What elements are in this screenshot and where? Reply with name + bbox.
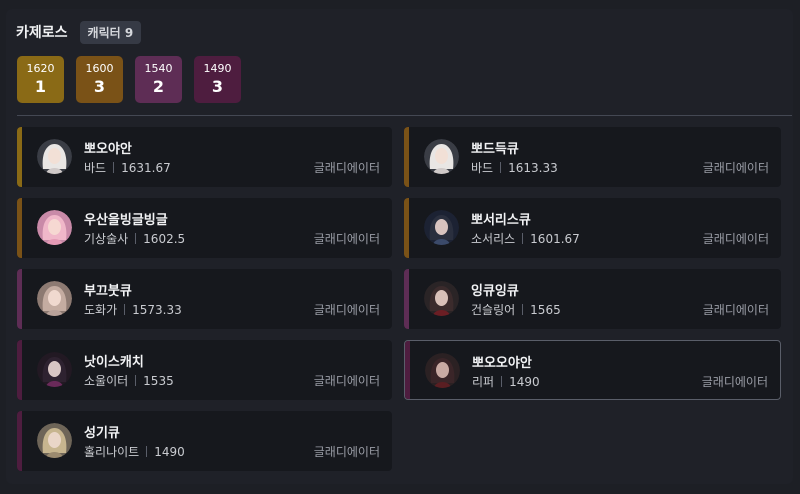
guild-name: 글래디에이터 (701, 375, 768, 389)
tier-count: 3 (93, 77, 106, 96)
character-name: 잉큐잉큐 (471, 284, 519, 299)
item-level-tier-badge[interactable]: 1490 3 (194, 56, 241, 103)
character-class: 바드 (471, 161, 494, 175)
guild-name: 글래디에이터 (313, 161, 380, 175)
character-count-badge: 캐릭터 9 (79, 20, 142, 44)
gunslinger-portrait-icon (424, 281, 459, 316)
separator (124, 304, 126, 315)
divider (17, 115, 792, 116)
character-meta: 소서리스 1601.67 (471, 230, 580, 247)
character-card[interactable]: 뽀오야안 바드 1631.67 글래디에이터 (17, 127, 392, 187)
character-meta: 홀리나이트 1490 (84, 443, 185, 460)
character-name: 뽀오야안 (84, 142, 132, 157)
character-item-level: 1601.67 (530, 231, 580, 246)
tier-color-bar (404, 269, 409, 329)
character-name: 부끄붓큐 (84, 284, 132, 299)
guild-name: 글래디에이터 (313, 374, 380, 388)
character-meta: 건슬링어 1565 (471, 301, 561, 318)
guild-name: 글래디에이터 (313, 232, 380, 246)
tier-color-bar (17, 411, 22, 471)
separator (135, 375, 137, 386)
separator (500, 162, 502, 173)
character-item-level: 1631.67 (121, 160, 171, 175)
character-item-level: 1613.33 (508, 160, 558, 175)
guild-name: 글래디에이터 (313, 303, 380, 317)
reaper-portrait-icon (425, 353, 460, 388)
tier-color-bar (17, 127, 22, 187)
tier-color-bar (405, 341, 410, 399)
tier-level: 1490 (203, 62, 232, 75)
tier-count: 1 (34, 77, 47, 96)
item-level-summary: 1620 1 1600 3 1540 2 1490 3 (17, 56, 241, 103)
separator (522, 233, 524, 244)
character-meta: 소울이터 1535 (84, 372, 174, 389)
character-name: 뽀드득큐 (471, 142, 519, 157)
artist-portrait-icon (37, 281, 72, 316)
character-item-level: 1490 (509, 374, 540, 389)
paladin-portrait-icon (37, 423, 72, 458)
character-card[interactable]: 뽀드득큐 바드 1613.33 글래디에이터 (404, 127, 781, 187)
tier-level: 1620 (26, 62, 55, 75)
tier-color-bar (404, 198, 409, 258)
tier-count: 2 (152, 77, 165, 96)
tier-level: 1540 (144, 62, 173, 75)
character-card[interactable]: 잉큐잉큐 건슬링어 1565 글래디에이터 (404, 269, 781, 329)
tier-color-bar (17, 269, 22, 329)
roster-header: 카제로스 캐릭터 9 (16, 20, 142, 44)
character-item-level: 1573.33 (132, 302, 182, 317)
character-class: 도화가 (84, 303, 118, 317)
character-class: 소서리스 (471, 232, 516, 246)
character-grid: 뽀오야안 바드 1631.67 글래디에이터 뽀드득큐 바드 1613.33 글… (17, 127, 781, 471)
character-item-level: 1565 (530, 302, 561, 317)
souleater-portrait-icon (37, 352, 72, 387)
character-item-level: 1490 (154, 444, 185, 459)
guild-name: 글래디에이터 (313, 445, 380, 459)
separator (522, 304, 524, 315)
guild-name: 글래디에이터 (702, 232, 769, 246)
separator (113, 162, 115, 173)
tier-color-bar (17, 198, 22, 258)
tier-color-bar (404, 127, 409, 187)
character-card[interactable]: 성기큐 홀리나이트 1490 글래디에이터 (17, 411, 392, 471)
item-level-tier-badge[interactable]: 1620 1 (17, 56, 64, 103)
character-card[interactable]: 뽀오오야안 리퍼 1490 글래디에이터 (404, 340, 781, 400)
sorceress-portrait-icon (424, 210, 459, 245)
character-item-level: 1602.5 (143, 231, 186, 246)
separator (501, 376, 503, 387)
guild-name: 글래디에이터 (702, 303, 769, 317)
character-name: 성기큐 (84, 426, 120, 441)
guild-name: 글래디에이터 (702, 161, 769, 175)
character-name: 우산을빙글빙글 (84, 213, 168, 228)
aeromancer-portrait-icon (37, 210, 72, 245)
character-card[interactable]: 낫이스캐치 소울이터 1535 글래디에이터 (17, 340, 392, 400)
character-name: 뽀서리스큐 (471, 213, 531, 228)
character-meta: 리퍼 1490 (472, 373, 540, 390)
character-class: 바드 (84, 161, 107, 175)
character-class: 홀리나이트 (84, 445, 140, 459)
character-card[interactable]: 부끄붓큐 도화가 1573.33 글래디에이터 (17, 269, 392, 329)
bard-portrait-icon (37, 139, 72, 174)
character-meta: 바드 1631.67 (84, 159, 171, 176)
tier-level: 1600 (85, 62, 114, 75)
bard-portrait-icon (424, 139, 459, 174)
server-name: 카제로스 (16, 25, 68, 41)
character-meta: 기상술사 1602.5 (84, 230, 185, 247)
tier-color-bar (17, 340, 22, 400)
item-level-tier-badge[interactable]: 1540 2 (135, 56, 182, 103)
character-card[interactable]: 뽀서리스큐 소서리스 1601.67 글래디에이터 (404, 198, 781, 258)
separator (135, 233, 137, 244)
tier-count: 3 (211, 77, 224, 96)
character-meta: 도화가 1573.33 (84, 301, 182, 318)
character-item-level: 1535 (143, 373, 174, 388)
character-name: 뽀오오야안 (472, 356, 532, 371)
character-class: 건슬링어 (471, 303, 516, 317)
character-name: 낫이스캐치 (84, 355, 144, 370)
character-meta: 바드 1613.33 (471, 159, 558, 176)
character-class: 리퍼 (472, 375, 495, 389)
character-card[interactable]: 우산을빙글빙글 기상술사 1602.5 글래디에이터 (17, 198, 392, 258)
character-class: 소울이터 (84, 374, 129, 388)
separator (146, 446, 148, 457)
item-level-tier-badge[interactable]: 1600 3 (76, 56, 123, 103)
character-class: 기상술사 (84, 232, 129, 246)
